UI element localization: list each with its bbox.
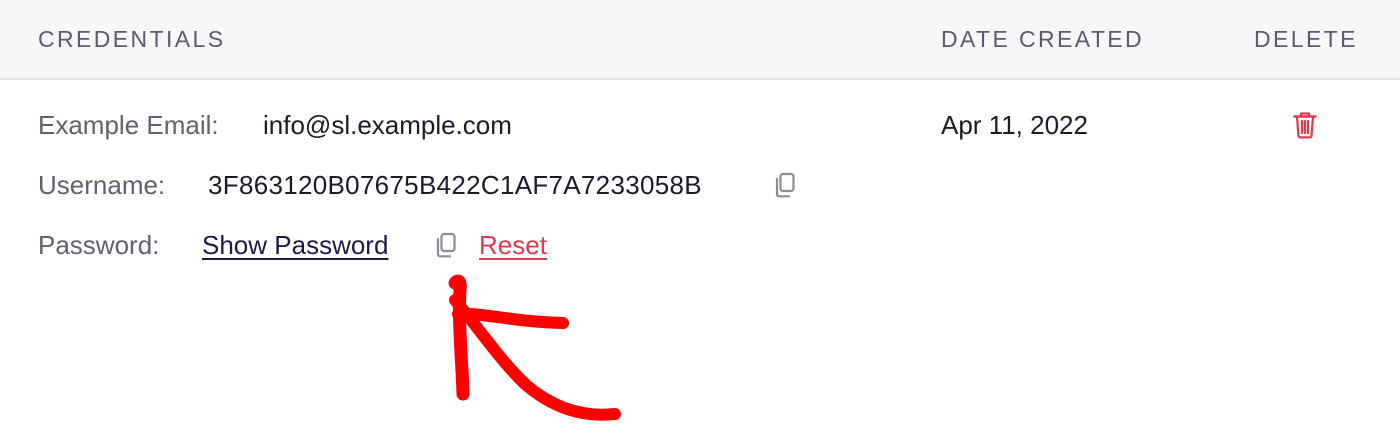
copy-username-icon[interactable] [770,170,800,200]
email-value: info@sl.example.com [263,110,512,140]
credentials-table: CREDENTIALS DATE CREATED DELETE Example … [0,0,1400,446]
copy-password-icon[interactable] [431,230,461,260]
show-password-link[interactable]: Show Password [202,230,388,260]
reset-password-link[interactable]: Reset [479,230,547,260]
trash-icon[interactable] [1290,110,1320,140]
password-label: Password: [38,230,160,260]
column-header-credentials: CREDENTIALS [38,26,226,52]
email-label: Example Email: [38,110,219,140]
date-created-value: Apr 11, 2022 [941,110,1088,140]
table-header: CREDENTIALS DATE CREATED DELETE [0,0,1400,80]
username-value: 3F863120B07675B422C1AF7A7233058B [208,170,702,200]
column-header-delete: DELETE [1254,26,1358,52]
username-label: Username: [38,170,166,200]
column-header-date-created: DATE CREATED [941,26,1145,52]
